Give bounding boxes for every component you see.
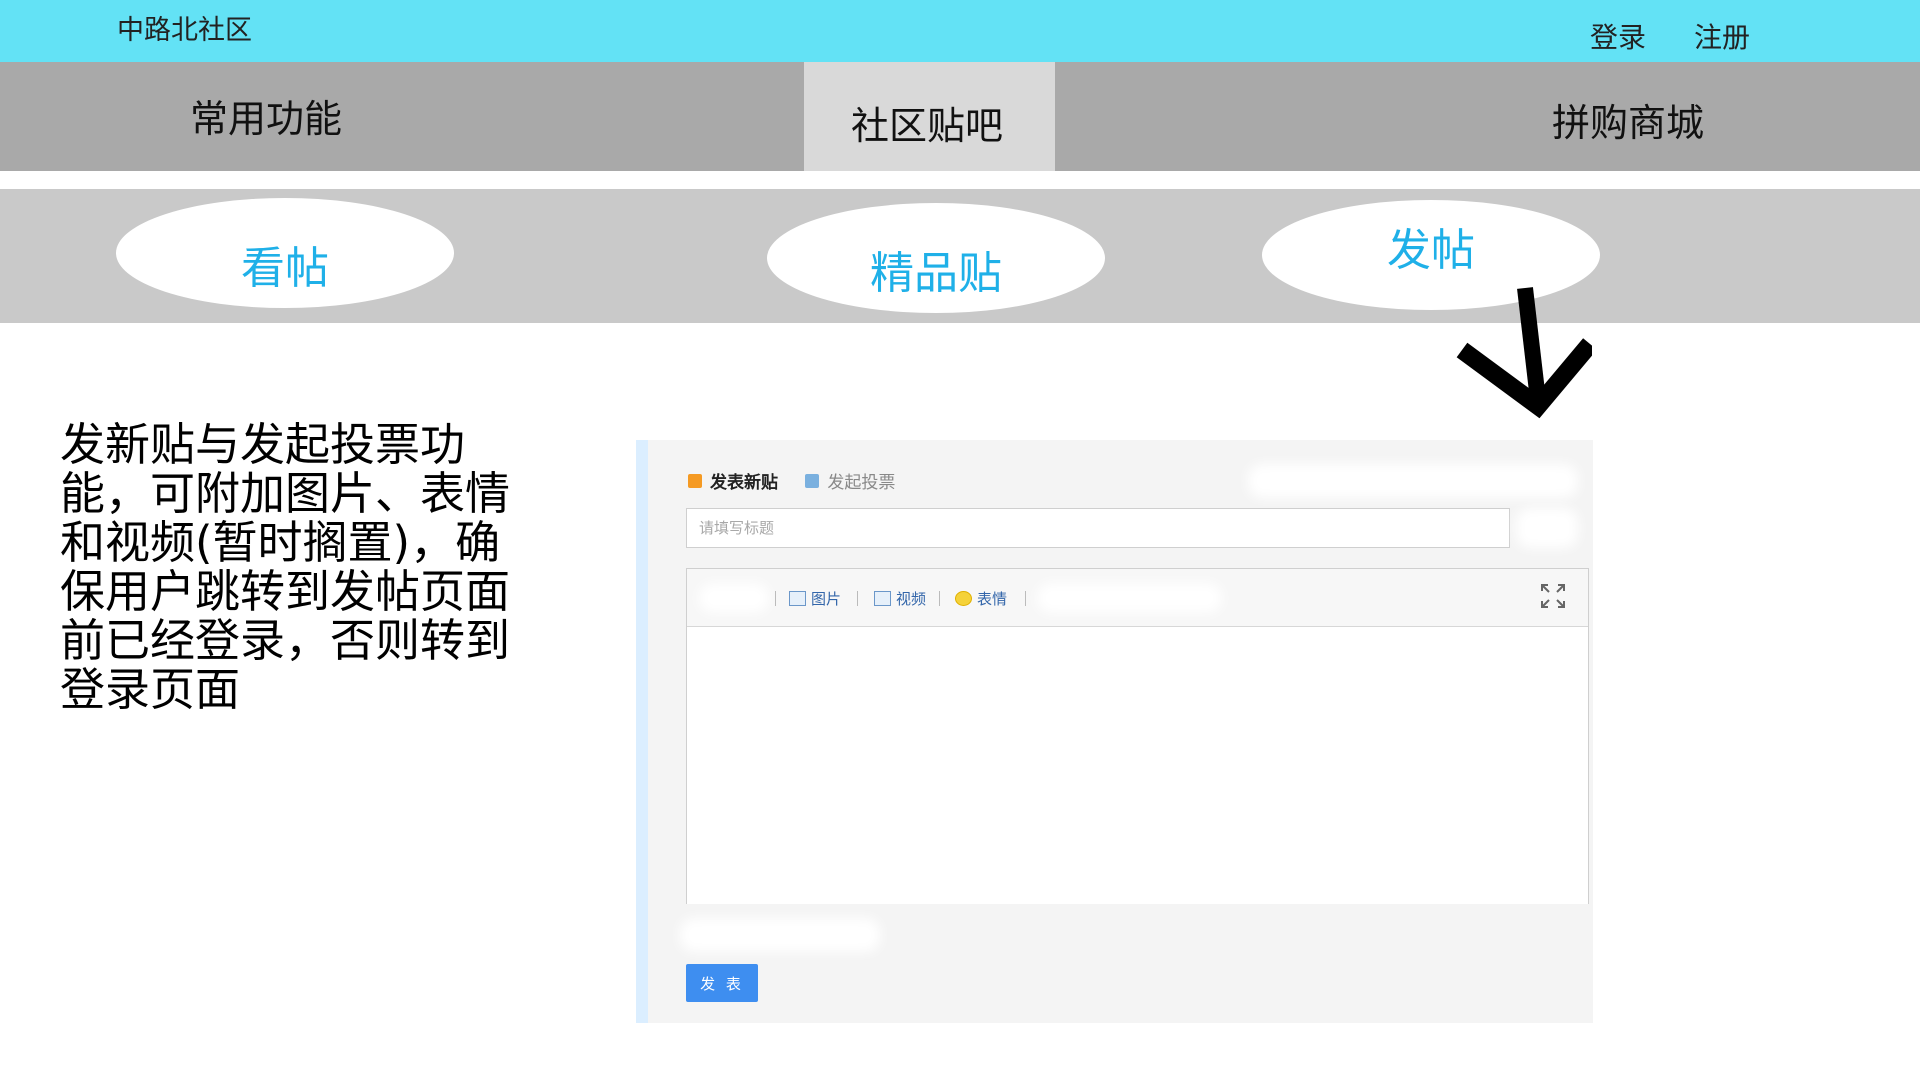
insert-video-button[interactable]: 视频 xyxy=(874,588,926,609)
blurred-region xyxy=(1516,508,1578,548)
toolbar-divider xyxy=(939,591,940,606)
main-nav: 常用功能 社区贴吧 拼购商城 xyxy=(0,62,1920,171)
insert-image-label: 图片 xyxy=(811,590,842,608)
tab-start-vote[interactable]: 发起投票 xyxy=(805,468,895,493)
video-icon xyxy=(874,591,891,606)
image-icon xyxy=(789,591,806,606)
blurred-region xyxy=(699,583,769,613)
editor-content-area[interactable] xyxy=(687,627,1588,904)
tab-new-post[interactable]: 发表新贴 xyxy=(688,468,778,493)
insert-image-button[interactable]: 图片 xyxy=(789,588,841,609)
post-editor-screenshot: 发表新贴 发起投票 图片 视频 表情 xyxy=(636,440,1593,1023)
blurred-region xyxy=(1248,464,1578,498)
editor-tabs: 发表新贴 发起投票 xyxy=(688,468,917,493)
view-posts-button[interactable]: 看帖 xyxy=(116,198,454,308)
featured-posts-button[interactable]: 精品贴 xyxy=(767,203,1105,313)
register-link[interactable]: 注册 xyxy=(1694,16,1750,56)
top-bar: 中路北社区 登录 注册 xyxy=(0,0,1920,62)
site-title: 中路北社区 xyxy=(117,15,252,46)
insert-video-label: 视频 xyxy=(896,590,927,608)
blurred-region xyxy=(1037,583,1222,613)
editor-toolbar: 图片 视频 表情 xyxy=(687,569,1588,627)
nav-common-functions[interactable]: 常用功能 xyxy=(190,88,342,143)
new-post-label: 发帖 xyxy=(1387,225,1475,276)
login-link[interactable]: 登录 xyxy=(1590,16,1646,56)
publish-button[interactable]: 发 表 xyxy=(686,964,758,1002)
toolbar-divider xyxy=(775,591,776,606)
bar-chart-icon xyxy=(805,473,820,488)
fullscreen-icon[interactable] xyxy=(1540,583,1566,609)
down-arrow-icon xyxy=(1456,287,1592,419)
tab-start-vote-label: 发起投票 xyxy=(827,473,896,493)
toolbar-divider xyxy=(1025,591,1026,606)
edit-icon xyxy=(688,473,702,488)
insert-emoji-label: 表情 xyxy=(977,590,1008,608)
emoji-icon xyxy=(955,591,972,606)
tab-new-post-label: 发表新贴 xyxy=(710,473,778,493)
post-title-input[interactable] xyxy=(686,508,1510,548)
feature-description: 发新贴与发起投票功能，可附加图片、表情和视频(暂时搁置)，确保用户跳转到发帖页面… xyxy=(60,418,511,716)
rich-text-editor: 图片 视频 表情 xyxy=(686,568,1589,904)
blurred-region xyxy=(680,918,880,952)
nav-community-forum[interactable]: 社区贴吧 xyxy=(851,95,1003,150)
view-posts-label: 看帖 xyxy=(241,243,329,294)
featured-posts-label: 精品贴 xyxy=(870,248,1002,299)
insert-emoji-button[interactable]: 表情 xyxy=(955,588,1007,609)
toolbar-divider xyxy=(857,591,858,606)
nav-group-buy-mall[interactable]: 拼购商城 xyxy=(1552,92,1704,147)
sub-nav: 看帖 精品贴 发帖 xyxy=(0,189,1920,323)
